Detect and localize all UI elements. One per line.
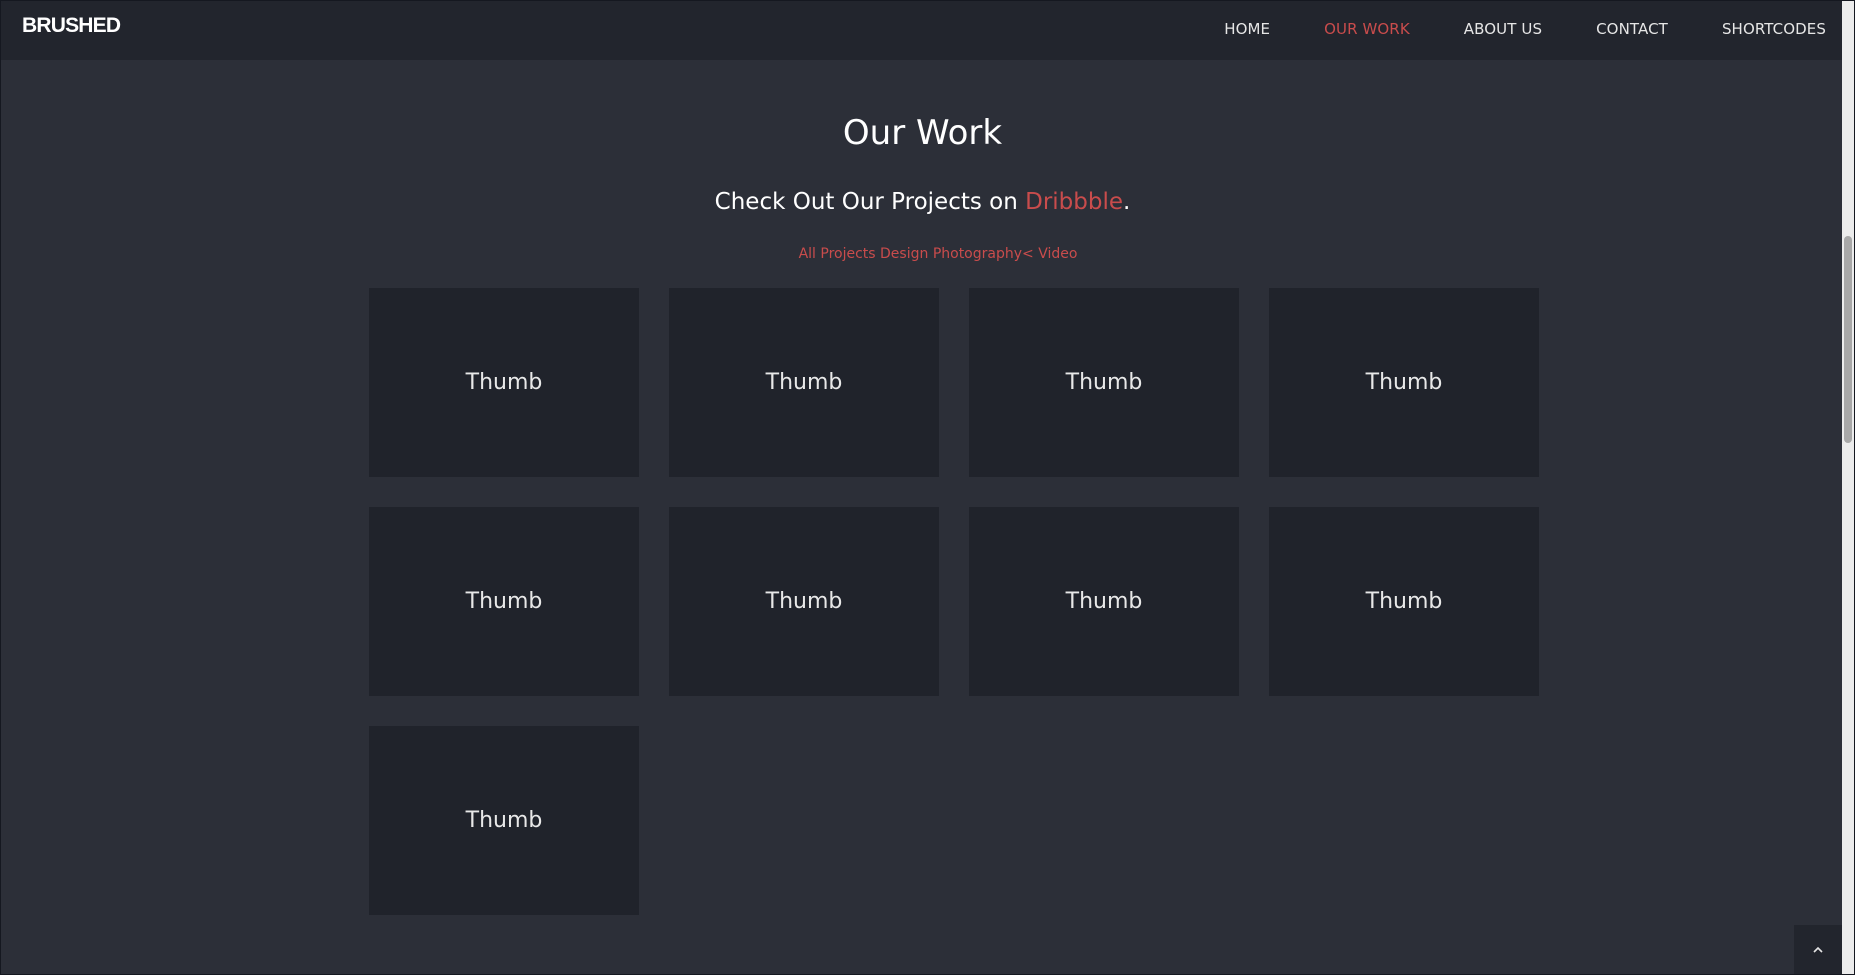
project-thumb[interactable]: Thumb — [969, 507, 1239, 696]
logo[interactable]: BRUSHED — [22, 14, 121, 38]
project-thumb[interactable]: Thumb — [669, 288, 939, 477]
project-thumb[interactable]: Thumb — [369, 288, 639, 477]
site-header: BRUSHED HOME OUR WORK ABOUT US CONTACT S… — [1, 1, 1844, 60]
chevron-up-icon — [1812, 946, 1824, 954]
nav-contact[interactable]: CONTACT — [1596, 20, 1668, 38]
nav-home[interactable]: HOME — [1224, 20, 1270, 38]
project-thumb[interactable]: Thumb — [369, 507, 639, 696]
filter-video[interactable]: Video — [1038, 246, 1077, 262]
main-nav: HOME OUR WORK ABOUT US CONTACT SHORTCODE… — [1224, 20, 1826, 38]
back-to-top-button[interactable] — [1794, 925, 1842, 974]
nav-about-us[interactable]: ABOUT US — [1464, 20, 1542, 38]
project-thumb[interactable]: Thumb — [669, 507, 939, 696]
project-thumb[interactable]: Thumb — [1269, 288, 1539, 477]
filter-photography[interactable]: Photography< — [933, 246, 1034, 262]
subtitle-text: Check Out Our Projects on — [714, 189, 1026, 215]
project-thumb[interactable]: Thumb — [369, 726, 639, 915]
filter-design[interactable]: Design — [880, 246, 928, 262]
page-subtitle: Check Out Our Projects on Dribbble. — [1, 189, 1844, 215]
page: BRUSHED HOME OUR WORK ABOUT US CONTACT S… — [0, 0, 1855, 975]
project-grid: Thumb Thumb Thumb Thumb Thumb Thumb Thum… — [369, 288, 1539, 915]
vertical-scrollbar[interactable] — [1842, 1, 1854, 974]
subtitle-period: . — [1123, 189, 1131, 215]
nav-shortcodes[interactable]: SHORTCODES — [1722, 20, 1826, 38]
nav-our-work[interactable]: OUR WORK — [1324, 20, 1410, 38]
scrollbar-thumb[interactable] — [1844, 236, 1852, 443]
page-title: Our Work — [842, 113, 1003, 153]
dribbble-link[interactable]: Dribbble — [1025, 189, 1123, 215]
filter-all-projects[interactable]: All Projects — [799, 246, 876, 262]
project-thumb[interactable]: Thumb — [1269, 507, 1539, 696]
project-thumb[interactable]: Thumb — [969, 288, 1239, 477]
project-filters: All Projects Design Photography< Video — [1, 246, 1854, 262]
